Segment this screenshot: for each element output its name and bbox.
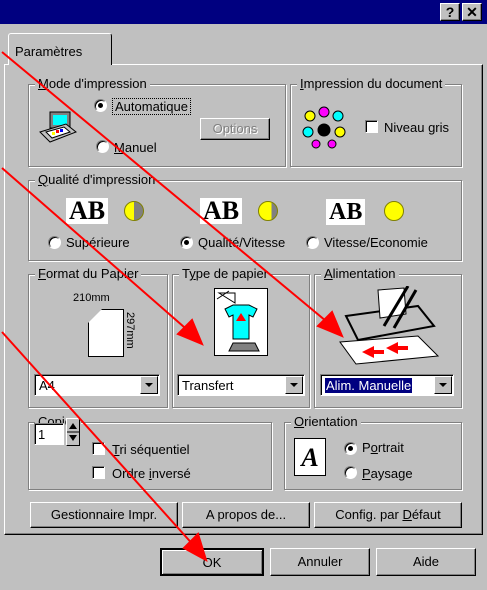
- annuler-button[interactable]: Annuler: [270, 548, 370, 576]
- label-vitesse-economie: Vitesse/Economie: [324, 235, 428, 250]
- tshirt-transfer-icon: [214, 288, 268, 356]
- gestionnaire-button[interactable]: Gestionnaire Impr.: [30, 502, 178, 528]
- orientation-legend: Orientation: [291, 414, 361, 429]
- config-defaut-button[interactable]: Config. par Défaut: [314, 502, 462, 528]
- format-select-value: A4: [39, 378, 55, 393]
- computer-printer-icon: [38, 110, 78, 148]
- label-tri-sequentiel: Tri séquentiel: [112, 442, 190, 457]
- label-manuel: Manuel: [114, 140, 157, 155]
- chevron-down-icon[interactable]: [434, 376, 452, 394]
- format-select[interactable]: A4: [34, 374, 160, 396]
- portrait-orientation-icon: A: [294, 438, 326, 476]
- document-legend: Impression du document: [297, 76, 446, 91]
- radio-qualite-vitesse[interactable]: [180, 236, 193, 249]
- checkbox-niveau-gris[interactable]: [365, 120, 378, 133]
- aide-button[interactable]: Aide: [376, 548, 476, 576]
- label-paysage: Paysage: [362, 466, 413, 481]
- chevron-down-icon[interactable]: [140, 376, 158, 394]
- help-button[interactable]: ?: [440, 3, 460, 21]
- ab-sample-qualite-vitesse: AB: [200, 198, 243, 224]
- ab-sample-superieure: AB: [66, 198, 109, 224]
- tab-label: Paramètres: [15, 44, 83, 59]
- radio-superieure[interactable]: [48, 236, 61, 249]
- color-drops-icon: [298, 104, 352, 152]
- label-portrait: Portrait: [362, 440, 404, 455]
- ok-button[interactable]: OK: [160, 548, 264, 576]
- type-select-value: Transfert: [182, 378, 234, 393]
- qualite-legend: Qualité d'impression: [35, 172, 159, 187]
- apropos-button[interactable]: A propos de...: [182, 502, 310, 528]
- radio-vitesse-economie[interactable]: [306, 236, 319, 249]
- label-superieure: Supérieure: [66, 235, 130, 250]
- checkbox-ordre-inverse[interactable]: [92, 466, 105, 479]
- title-bar: ? ✕: [0, 0, 487, 24]
- type-legend: Type de papier: [179, 266, 272, 281]
- manual-feed-printer-icon: [338, 285, 442, 366]
- radio-automatique[interactable]: [94, 99, 107, 112]
- clock-icon-slow: [124, 201, 144, 221]
- radio-paysage[interactable]: [344, 466, 357, 479]
- type-select[interactable]: Transfert: [177, 374, 305, 396]
- clock-icon-fast: [384, 201, 404, 221]
- paper-width-label: 210mm: [73, 292, 110, 304]
- label-ordre-inverse: Ordre inversé: [112, 466, 191, 481]
- checkbox-tri-sequentiel[interactable]: [92, 442, 105, 455]
- close-button[interactable]: ✕: [462, 3, 482, 21]
- radio-manuel[interactable]: [96, 140, 109, 153]
- copies-count-value: 1: [38, 427, 46, 442]
- mode-legend: Mode d'impression: [35, 76, 150, 91]
- clock-icon-medium: [258, 201, 278, 221]
- label-niveau-gris: Niveau gris: [384, 120, 450, 135]
- label-qualite-vitesse: Qualité/Vitesse: [198, 235, 286, 250]
- chevron-down-icon[interactable]: [285, 376, 303, 394]
- options-button[interactable]: Options: [200, 118, 270, 140]
- alimentation-select-value: Alim. Manuelle: [323, 377, 414, 394]
- copies-spinner[interactable]: [66, 418, 80, 446]
- ab-sample-vitesse-economie: AB: [326, 199, 366, 225]
- label-automatique: Automatique: [112, 98, 191, 115]
- tab-parametres[interactable]: Paramètres: [8, 33, 112, 65]
- radio-portrait[interactable]: [344, 442, 357, 455]
- format-legend: Format du Papier: [35, 266, 142, 281]
- alimentation-legend: Alimentation: [321, 266, 399, 281]
- paper-height-label: 297mm: [124, 312, 136, 349]
- alimentation-select[interactable]: Alim. Manuelle: [320, 374, 454, 396]
